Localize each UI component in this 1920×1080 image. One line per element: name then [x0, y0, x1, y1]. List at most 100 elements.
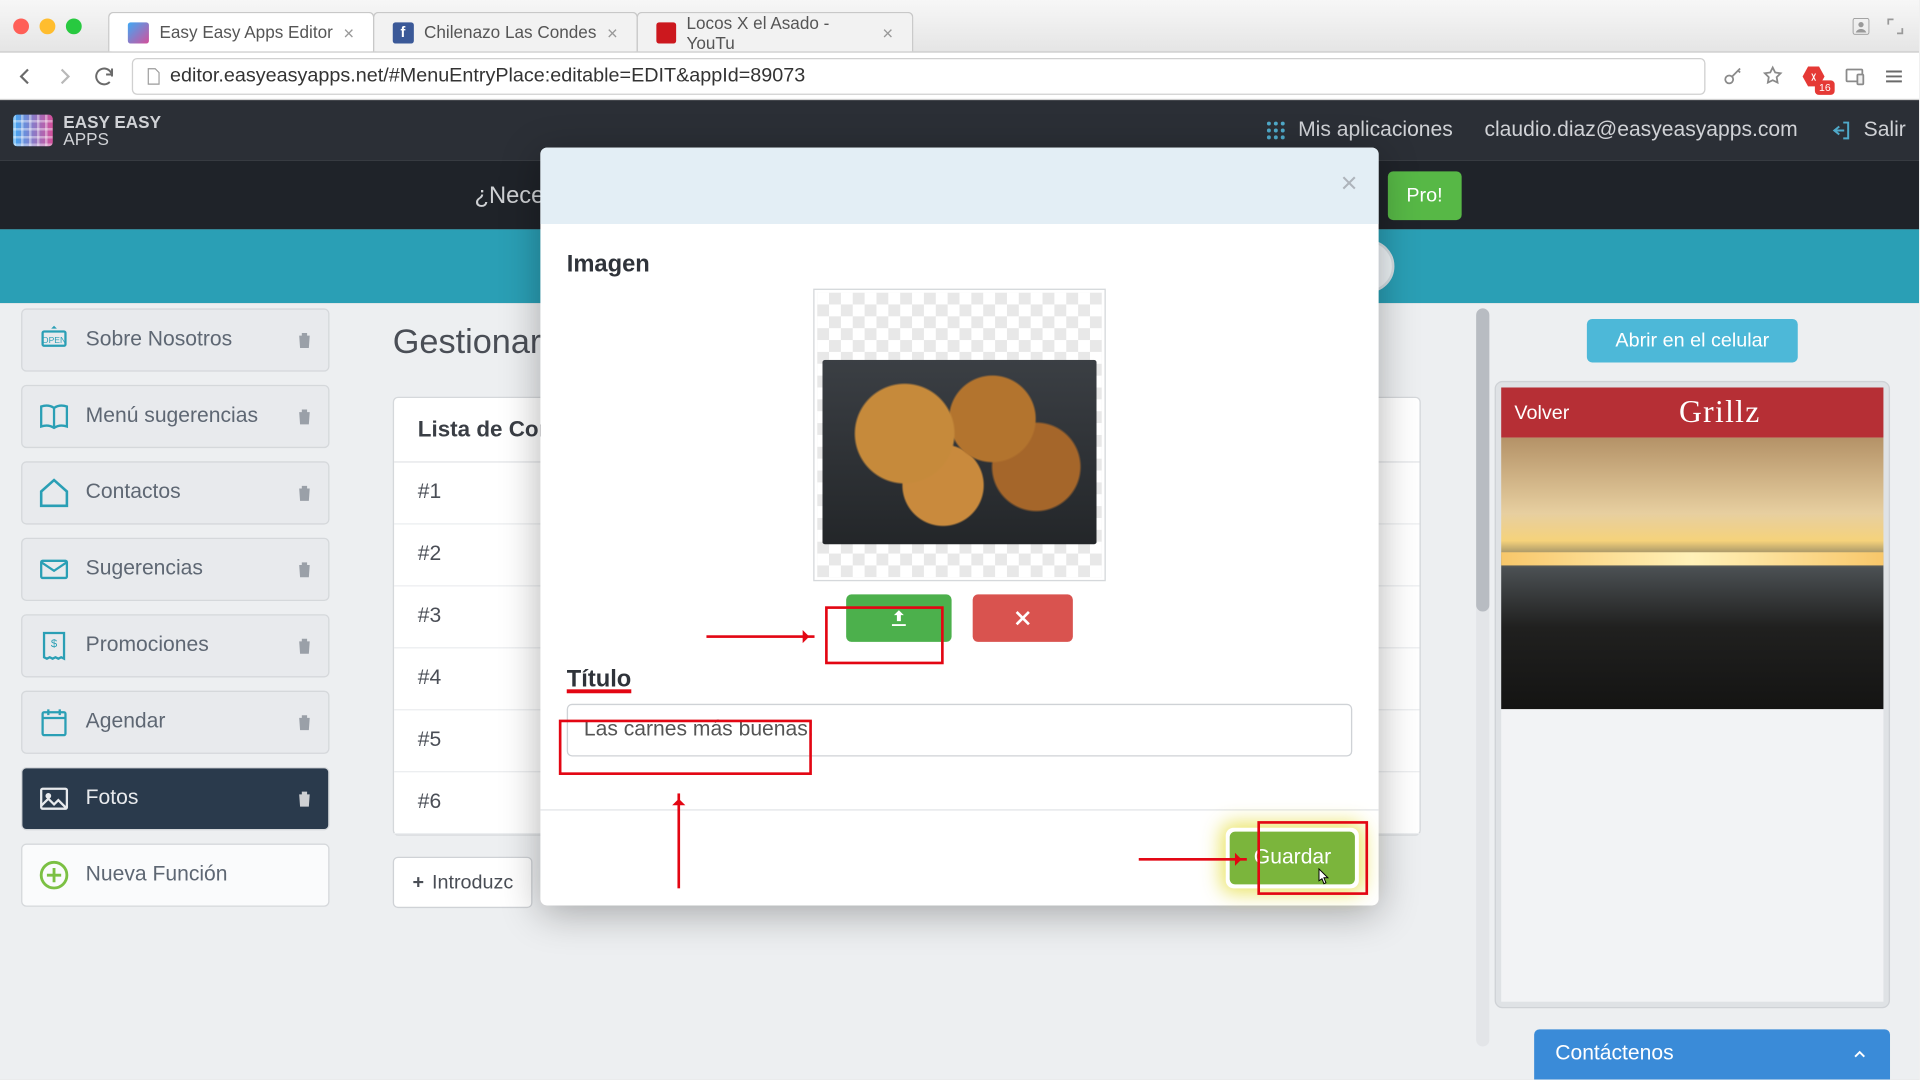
save-label: Guardar	[1254, 846, 1331, 870]
phone-header: Volver Grillz	[1501, 387, 1883, 437]
extension-device-icon[interactable]	[1843, 64, 1867, 88]
url-text: editor.easyeasyapps.net/#MenuEntryPlace:…	[170, 65, 805, 87]
svg-text:OPEN: OPEN	[42, 335, 66, 345]
logout-link[interactable]: Salir	[1829, 119, 1905, 143]
title-section-label: Título	[567, 666, 1353, 694]
sidebar-item-suggestions[interactable]: Sugerencias	[21, 538, 329, 601]
sidebar-item-schedule[interactable]: Agendar	[21, 691, 329, 754]
zoom-window-icon[interactable]	[66, 18, 82, 34]
close-tab-icon[interactable]: ×	[343, 22, 354, 43]
trash-icon[interactable]	[294, 482, 315, 503]
phone-content	[1501, 709, 1883, 1002]
reload-button[interactable]	[92, 64, 116, 88]
trash-icon[interactable]	[294, 788, 315, 809]
subheader-text: ¿Nece	[474, 181, 544, 209]
modal-footer: Guardar	[540, 809, 1378, 905]
sidebar-item-new[interactable]: Nueva Función	[21, 844, 329, 907]
tab-title: Easy Easy Apps Editor	[159, 22, 332, 42]
title-input[interactable]	[567, 704, 1353, 757]
tab-easyeasyapps[interactable]: Easy Easy Apps Editor ×	[108, 12, 374, 52]
tab-title: Chilenazo Las Condes	[424, 22, 596, 42]
phone-preview: Volver Grillz	[1495, 381, 1890, 1008]
adblock-icon[interactable]	[1800, 63, 1826, 89]
trash-icon[interactable]	[294, 712, 315, 733]
page-icon	[144, 67, 162, 85]
bookmark-star-icon[interactable]	[1761, 64, 1785, 88]
expand-icon[interactable]	[1885, 15, 1906, 36]
facebook-icon: f	[392, 22, 413, 43]
sidebar-item-label: Contactos	[86, 481, 181, 505]
transparency-grid	[817, 293, 1102, 578]
upload-image-button[interactable]	[846, 594, 951, 641]
home-icon	[36, 474, 73, 511]
save-button[interactable]: Guardar	[1230, 832, 1355, 885]
grid-icon	[1264, 119, 1288, 143]
phone-back-button[interactable]: Volver	[1514, 401, 1569, 423]
plus-circle-icon	[36, 857, 73, 894]
logo-text-1: EASY EASY	[63, 113, 161, 130]
sidebar-item-photos[interactable]: Fotos	[21, 767, 329, 830]
logo-icon	[13, 115, 53, 147]
image-section-label: Imagen	[567, 250, 1353, 278]
my-apps-link[interactable]: Mis aplicaciones	[1264, 119, 1453, 143]
sidebar-item-label: Nueva Función	[86, 863, 228, 887]
photo-icon	[36, 780, 73, 817]
favicon-icon	[128, 22, 149, 43]
upload-icon	[887, 606, 911, 630]
close-tab-icon[interactable]: ×	[607, 22, 618, 43]
sidebar-item-label: Sobre Nosotros	[86, 328, 233, 352]
edit-image-modal: × Imagen Título Guardar	[540, 148, 1378, 906]
close-tab-icon[interactable]: ×	[882, 22, 893, 43]
contact-widget[interactable]: Contáctenos	[1534, 1029, 1890, 1079]
logo-text-2: APPS	[63, 130, 161, 147]
scrollbar-thumb[interactable]	[1476, 308, 1489, 611]
key-icon[interactable]	[1721, 64, 1745, 88]
pro-button[interactable]: Pro!	[1388, 171, 1461, 220]
chevron-up-icon	[1850, 1045, 1868, 1063]
logout-label: Salir	[1864, 119, 1906, 143]
trash-icon[interactable]	[294, 559, 315, 580]
sidebar-item-about[interactable]: OPEN Sobre Nosotros	[21, 308, 329, 371]
add-label: Introduzc	[432, 871, 513, 893]
open-on-phone-button[interactable]: Abrir en el celular	[1586, 319, 1798, 362]
youtube-icon	[656, 22, 676, 43]
trash-icon[interactable]	[294, 330, 315, 351]
logout-icon	[1829, 119, 1853, 143]
browser-tabs: Easy Easy Apps Editor × f Chilenazo Las …	[108, 0, 912, 51]
mail-icon	[36, 551, 73, 588]
window-controls-right	[1850, 15, 1905, 36]
book-icon	[36, 398, 73, 435]
forward-button[interactable]	[53, 64, 77, 88]
chrome-menu-icon[interactable]	[1882, 64, 1906, 88]
sidebar-item-menu[interactable]: Menú sugerencias	[21, 385, 329, 448]
back-button[interactable]	[13, 64, 37, 88]
minimize-window-icon[interactable]	[40, 18, 56, 34]
plus-icon: +	[413, 871, 425, 893]
scrollbar-track[interactable]	[1476, 308, 1489, 1046]
add-content-button[interactable]: + Introduzc	[393, 857, 533, 908]
receipt-icon: $	[36, 627, 73, 664]
trash-icon[interactable]	[294, 635, 315, 656]
tab-youtube[interactable]: Locos X el Asado - YouTu ×	[636, 12, 913, 52]
close-window-icon[interactable]	[13, 18, 29, 34]
tab-facebook[interactable]: f Chilenazo Las Condes ×	[373, 12, 638, 52]
browser-toolbar: editor.easyeasyapps.net/#MenuEntryPlace:…	[0, 53, 1919, 100]
sidebar-item-contacts[interactable]: Contactos	[21, 461, 329, 524]
x-icon	[1012, 608, 1033, 629]
user-silhouette-icon[interactable]	[1850, 15, 1871, 36]
tab-title: Locos X el Asado - YouTu	[686, 13, 871, 53]
svg-text:$: $	[51, 638, 58, 650]
image-preview-frame	[813, 289, 1106, 582]
user-email-link[interactable]: claudio.diaz@easyeasyapps.com	[1484, 119, 1797, 143]
delete-image-button[interactable]	[973, 594, 1073, 641]
address-bar[interactable]: editor.easyeasyapps.net/#MenuEntryPlace:…	[132, 57, 1706, 94]
sidebar-item-promotions[interactable]: $ Promociones	[21, 614, 329, 677]
trash-icon[interactable]	[294, 406, 315, 427]
open-sign-icon: OPEN	[36, 322, 73, 359]
sidebar-item-label: Fotos	[86, 787, 139, 811]
my-apps-label: Mis aplicaciones	[1298, 119, 1453, 143]
close-modal-icon[interactable]: ×	[1341, 166, 1358, 200]
phone-brand: Grillz	[1569, 395, 1870, 431]
contact-label: Contáctenos	[1555, 1043, 1673, 1067]
logo[interactable]: EASY EASY APPS	[13, 113, 161, 147]
